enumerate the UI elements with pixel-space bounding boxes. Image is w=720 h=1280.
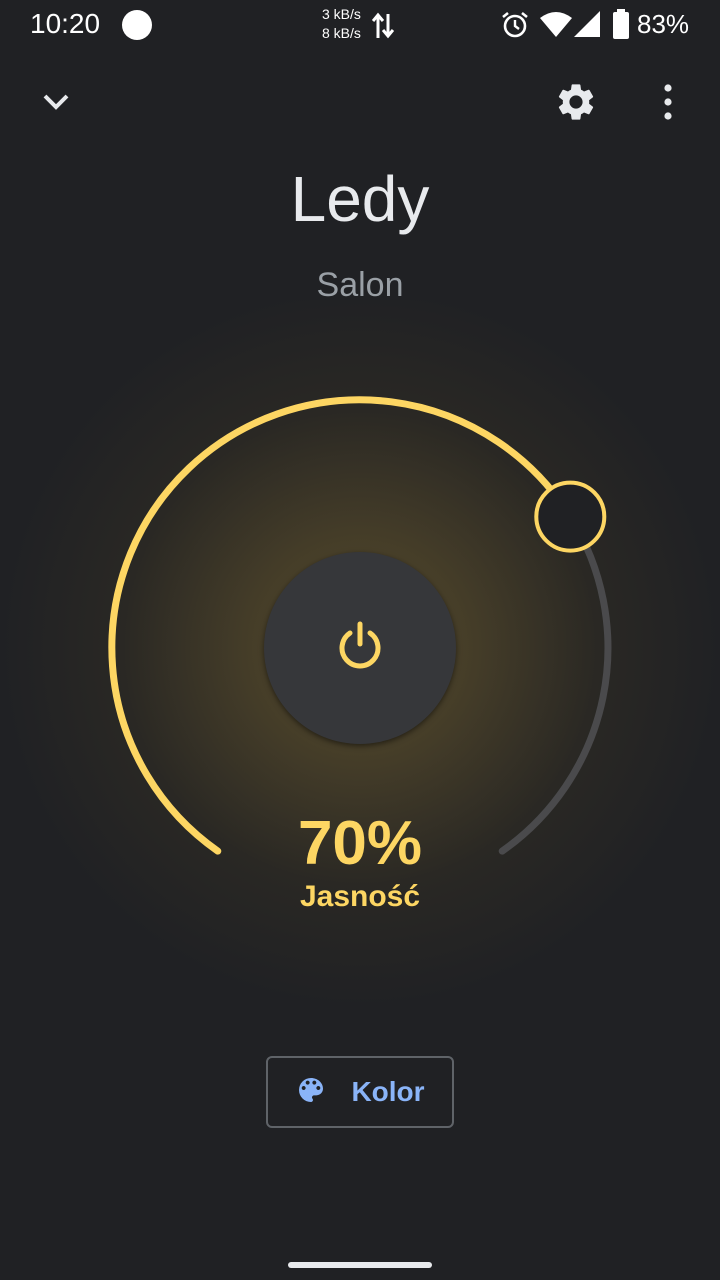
color-button-label: Kolor: [351, 1076, 425, 1107]
power-icon: [332, 618, 388, 679]
brightness-value: 70%: [297, 809, 423, 878]
palette-icon: [295, 1074, 327, 1111]
power-button[interactable]: [264, 552, 456, 744]
dial-thumb[interactable]: [534, 480, 607, 553]
dial-track: [498, 513, 612, 855]
brightness-label: Jasność: [299, 880, 421, 913]
home-indicator[interactable]: [288, 1262, 432, 1268]
color-button[interactable]: Kolor: [266, 1056, 454, 1128]
